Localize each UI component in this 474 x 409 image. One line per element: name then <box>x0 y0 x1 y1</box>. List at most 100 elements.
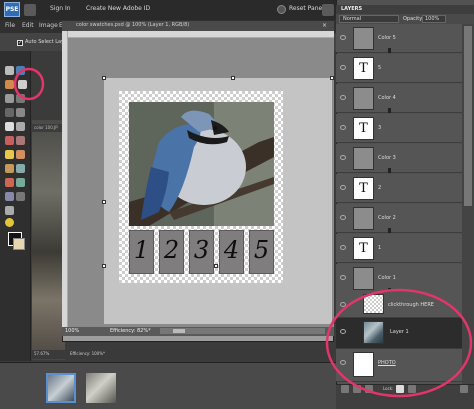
layer-row[interactable]: PHOTO <box>336 349 462 382</box>
crop-tool-icon[interactable] <box>16 122 25 131</box>
eye-icon[interactable] <box>340 185 346 190</box>
blur-tool-icon[interactable] <box>16 192 25 201</box>
layer-mask-button-icon[interactable] <box>365 385 373 393</box>
layer-row[interactable]: T 2 <box>336 174 462 203</box>
sign-in-link[interactable]: Sign In <box>50 5 71 12</box>
blend-mode-select[interactable]: Normal <box>339 15 399 23</box>
hand-tool-icon[interactable] <box>5 80 14 89</box>
eyedropper-tool-icon[interactable] <box>18 80 27 89</box>
document-close-icon[interactable]: × <box>322 22 327 29</box>
type-tool-icon[interactable] <box>5 122 14 131</box>
blue-jay-photo[interactable] <box>129 102 274 226</box>
text-layer-thumbnail: T <box>353 57 374 80</box>
layers-scroll-thumb[interactable] <box>464 26 472 206</box>
swatch-1[interactable]: 1 <box>129 230 154 274</box>
eraser-tool-icon[interactable] <box>16 150 25 159</box>
eye-icon[interactable] <box>340 95 346 100</box>
marquee-tool-icon[interactable] <box>5 94 14 103</box>
layer-thumbnail <box>353 207 391 233</box>
red-eye-tool-icon[interactable] <box>5 136 14 145</box>
eye-icon[interactable] <box>340 329 346 334</box>
layer-name: Color 2 <box>378 215 396 221</box>
layer-row[interactable]: T 5 <box>336 54 462 83</box>
opacity-input[interactable]: 100% <box>422 15 446 23</box>
background-zoom-level[interactable]: 57.67% <box>34 351 49 356</box>
minimize-icon[interactable] <box>24 4 36 16</box>
eye-icon[interactable] <box>340 155 346 160</box>
swatch-4[interactable]: 4 <box>219 230 244 274</box>
bin-thumbnail-bluejay[interactable] <box>46 373 76 403</box>
layer-row[interactable]: clickthrough HERE <box>336 291 462 318</box>
lock-all-icon[interactable] <box>408 385 416 393</box>
shape-tool-icon[interactable] <box>5 192 14 201</box>
swatch-number: 5 <box>253 236 270 264</box>
transform-handle[interactable] <box>102 200 106 204</box>
move-tool-icon[interactable] <box>5 66 14 75</box>
adjustment-layer-icon[interactable] <box>353 385 361 393</box>
bin-thumbnail-photo[interactable] <box>86 373 116 403</box>
swatch-5[interactable]: 5 <box>249 230 274 274</box>
transform-handle[interactable] <box>231 76 235 80</box>
trash-icon[interactable] <box>460 385 468 393</box>
swatch-number: 1 <box>133 236 150 264</box>
paint-bucket-tool-icon[interactable] <box>5 178 14 187</box>
eye-icon[interactable] <box>340 245 346 250</box>
menu-edit[interactable]: Edit <box>22 22 34 29</box>
swatch-number: 3 <box>193 236 210 264</box>
transform-handle[interactable] <box>102 264 106 268</box>
swatch-2[interactable]: 2 <box>159 230 184 274</box>
gradient-tool-icon[interactable] <box>16 178 25 187</box>
blue-jay-image <box>129 102 274 226</box>
eye-icon[interactable] <box>340 302 346 307</box>
layer-row[interactable]: Color 5 <box>336 24 462 53</box>
layer-row[interactable]: T 1 <box>336 234 462 263</box>
app-logo: PSE <box>4 2 20 17</box>
lasso-tool-icon[interactable] <box>16 94 25 103</box>
horizontal-scroll-thumb[interactable] <box>173 329 185 333</box>
auto-select-checkbox[interactable]: ✓ <box>17 40 23 46</box>
layer-row[interactable]: Color 2 <box>336 204 462 233</box>
background-document-title: color 100.JP <box>34 125 58 130</box>
eye-icon[interactable] <box>340 125 346 130</box>
healing-tool-icon[interactable] <box>16 136 25 145</box>
create-id-link[interactable]: Create New Adobe ID <box>86 5 150 12</box>
menu-file[interactable]: File <box>5 22 15 29</box>
eye-icon[interactable] <box>340 360 346 365</box>
sponge-tool-icon[interactable] <box>5 206 14 215</box>
layer-row[interactable]: Color 1 <box>336 264 462 293</box>
background-color-swatch[interactable] <box>13 238 25 250</box>
menu-image[interactable]: Image <box>39 22 58 29</box>
layer-name: clickthrough HERE <box>388 302 434 308</box>
layer-name: 5 <box>378 65 382 71</box>
text-layer-thumbnail: T <box>353 177 374 200</box>
transform-handle[interactable] <box>330 76 334 80</box>
lock-transparency-icon[interactable] <box>396 385 404 393</box>
brush-tool-icon[interactable] <box>5 164 14 173</box>
reset-panels-icon[interactable] <box>277 5 286 14</box>
smart-brush-tool-icon[interactable] <box>16 164 25 173</box>
document-title: color swatches.psd @ 100% (Layer 1, RGB/… <box>76 22 190 28</box>
zoom-tool-icon[interactable] <box>16 66 25 75</box>
eye-icon[interactable] <box>340 35 346 40</box>
layer-row[interactable]: T 3 <box>336 114 462 143</box>
layer-row[interactable]: Color 3 <box>336 144 462 173</box>
layer-thumbnail <box>363 321 384 344</box>
clone-stamp-tool-icon[interactable] <box>5 150 14 159</box>
layer-mask-icon <box>388 108 391 113</box>
undo-icon[interactable] <box>322 4 334 16</box>
swatch-3[interactable]: 3 <box>189 230 214 274</box>
eye-icon[interactable] <box>340 275 346 280</box>
eye-icon[interactable] <box>340 65 346 70</box>
layer-row[interactable]: Color 4 <box>336 84 462 113</box>
transform-handle[interactable] <box>214 264 218 268</box>
background-efficiency-readout: Efficiency: 100%* <box>70 351 106 356</box>
layer-row-selected[interactable]: Layer 1 <box>336 318 462 349</box>
zoom-level[interactable]: 100% <box>65 328 79 334</box>
magic-wand-tool-icon[interactable] <box>5 108 14 117</box>
selection-brush-tool-icon[interactable] <box>16 108 25 117</box>
layer-name: Color 3 <box>378 155 396 161</box>
eye-icon[interactable] <box>340 215 346 220</box>
color-swap-icon[interactable] <box>5 218 14 227</box>
transform-handle[interactable] <box>102 76 106 80</box>
new-layer-icon[interactable] <box>341 385 349 393</box>
